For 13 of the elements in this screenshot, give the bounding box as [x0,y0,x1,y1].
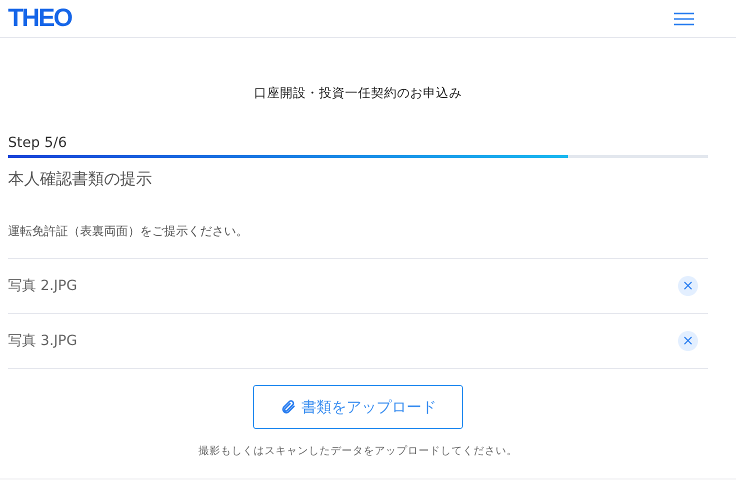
page-title: 口座開設・投資一任契約のお申込み [253,84,463,102]
file-name: 写真 2.JPG [8,277,78,295]
note-text: 撮影もしくはスキャンしたデータをアップロードしてください。 [198,444,518,458]
paperclip-icon [280,399,296,415]
step-label: Step 5/6 [8,134,68,152]
instruction-text: 運転免許証（表裏両面）をご提示ください。 [8,223,708,259]
file-name: 写真 3.JPG [8,332,78,350]
section-title: 本人確認書類の提示 [8,168,153,190]
logo[interactable]: THEO [8,4,72,33]
remove-button[interactable]: × [678,276,698,296]
upload-button[interactable]: 書類をアップロード [253,385,463,429]
menu-icon[interactable] [673,12,695,26]
remove-button[interactable]: × [678,331,698,351]
